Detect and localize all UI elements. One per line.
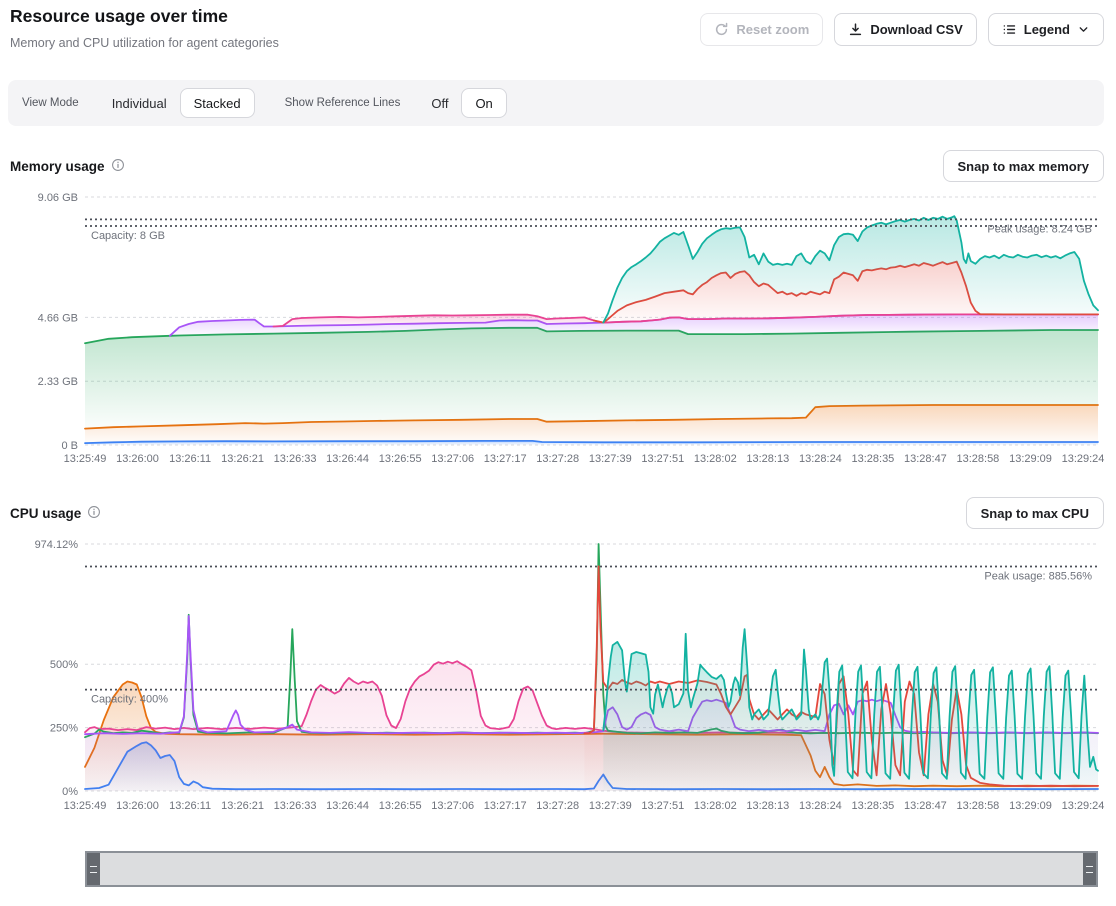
header-actions: Reset zoom Download CSV Legend [700,13,1104,46]
svg-text:13:27:17: 13:27:17 [484,800,527,812]
svg-text:13:26:33: 13:26:33 [274,453,317,465]
legend-button[interactable]: Legend [988,13,1104,46]
svg-text:Peak usage: 8.24 GB: Peak usage: 8.24 GB [987,223,1092,235]
svg-text:13:27:51: 13:27:51 [641,453,684,465]
reset-zoom-label: Reset zoom [736,22,809,37]
svg-text:13:27:06: 13:27:06 [431,453,474,465]
svg-text:13:26:44: 13:26:44 [326,453,369,465]
svg-text:13:26:00: 13:26:00 [116,453,159,465]
page-title: Resource usage over time [10,6,228,27]
svg-text:0 B: 0 B [61,440,78,452]
svg-text:13:26:00: 13:26:00 [116,800,159,812]
time-range-brush[interactable] [85,851,1098,887]
svg-text:13:28:35: 13:28:35 [851,453,894,465]
download-csv-button[interactable]: Download CSV [834,13,976,46]
legend-list-icon [1002,22,1017,37]
svg-text:974.12%: 974.12% [35,539,79,551]
download-csv-label: Download CSV [870,22,962,37]
svg-text:13:26:11: 13:26:11 [169,800,211,812]
svg-text:2.33 GB: 2.33 GB [38,376,78,388]
cpu-chart[interactable]: 974.12% 500% 250% 0% 13:25:49 13:26:00 13:26:1… [0,532,1116,824]
svg-text:13:29:24: 13:29:24 [1062,800,1105,812]
svg-text:Capacity: 400%: Capacity: 400% [91,694,168,706]
svg-text:13:28:58: 13:28:58 [956,800,999,812]
brush-left-handle[interactable] [87,853,100,885]
reference-lines-on-option[interactable]: On [461,88,506,118]
info-icon[interactable] [87,505,101,522]
page-subtitle: Memory and CPU utilization for agent cat… [10,36,279,50]
info-icon[interactable] [111,158,125,175]
svg-text:13:27:51: 13:27:51 [641,800,684,812]
svg-text:13:28:47: 13:28:47 [904,800,947,812]
svg-text:0%: 0% [62,786,78,798]
memory-section-title: Memory usage [10,158,125,175]
svg-text:13:26:55: 13:26:55 [379,453,422,465]
svg-text:13:28:02: 13:28:02 [694,453,737,465]
svg-text:13:26:21: 13:26:21 [221,800,264,812]
svg-text:13:26:44: 13:26:44 [326,800,369,812]
brush-grip-icon [90,866,97,873]
snap-to-max-memory-button[interactable]: Snap to max memory [943,150,1105,182]
svg-text:13:28:24: 13:28:24 [799,800,842,812]
svg-text:4.66 GB: 4.66 GB [38,312,78,324]
svg-text:13:27:06: 13:27:06 [431,800,474,812]
svg-text:13:28:58: 13:28:58 [956,453,999,465]
svg-text:13:27:39: 13:27:39 [589,453,632,465]
svg-text:13:25:49: 13:25:49 [64,453,107,465]
svg-text:250%: 250% [50,723,78,735]
svg-text:13:28:13: 13:28:13 [746,800,789,812]
snap-to-max-cpu-button[interactable]: Snap to max CPU [966,497,1104,529]
svg-text:13:27:28: 13:27:28 [536,453,579,465]
toolbar: View Mode Individual Stacked Show Refere… [8,80,1104,126]
cpu-section-title: CPU usage [10,505,101,522]
view-mode-individual-option[interactable]: Individual [99,88,180,118]
show-reference-lines-label: Show Reference Lines [285,97,401,109]
svg-text:13:28:35: 13:28:35 [851,800,894,812]
svg-text:13:28:24: 13:28:24 [799,453,842,465]
svg-text:13:26:21: 13:26:21 [221,453,264,465]
svg-text:13:27:28: 13:27:28 [536,800,579,812]
svg-text:13:29:09: 13:29:09 [1009,800,1052,812]
chevron-down-icon [1077,23,1090,36]
svg-text:13:26:11: 13:26:11 [169,453,211,465]
svg-text:Peak usage: 885.56%: Peak usage: 885.56% [984,571,1092,583]
svg-text:13:28:47: 13:28:47 [904,453,947,465]
download-icon [848,22,863,37]
page: Resource usage over time Memory and CPU … [0,0,1116,906]
view-mode-label: View Mode [22,97,79,109]
svg-text:500%: 500% [50,659,78,671]
svg-text:Capacity: 8 GB: Capacity: 8 GB [91,230,165,242]
memory-section-title-text: Memory usage [10,159,105,174]
svg-text:13:27:39: 13:27:39 [589,800,632,812]
cpu-section-title-text: CPU usage [10,506,81,521]
svg-text:13:26:33: 13:26:33 [274,800,317,812]
svg-text:13:29:09: 13:29:09 [1009,453,1052,465]
legend-label: Legend [1024,22,1070,37]
svg-text:13:25:49: 13:25:49 [64,800,107,812]
svg-text:13:28:02: 13:28:02 [694,800,737,812]
svg-text:13:26:55: 13:26:55 [379,800,422,812]
brush-grip-icon [1086,866,1093,873]
svg-text:13:28:13: 13:28:13 [746,453,789,465]
svg-text:13:29:24: 13:29:24 [1062,453,1105,465]
memory-chart[interactable]: 9.06 GB 4.66 GB 2.33 GB 0 B13:25:49 13:26:00… [0,185,1116,477]
reference-lines-off-option[interactable]: Off [418,88,461,118]
refresh-icon [714,22,729,37]
svg-text:13:27:17: 13:27:17 [484,453,527,465]
brush-right-handle[interactable] [1083,853,1096,885]
view-mode-stacked-option[interactable]: Stacked [180,88,255,118]
svg-text:9.06 GB: 9.06 GB [38,192,78,204]
reset-zoom-button[interactable]: Reset zoom [700,13,823,46]
